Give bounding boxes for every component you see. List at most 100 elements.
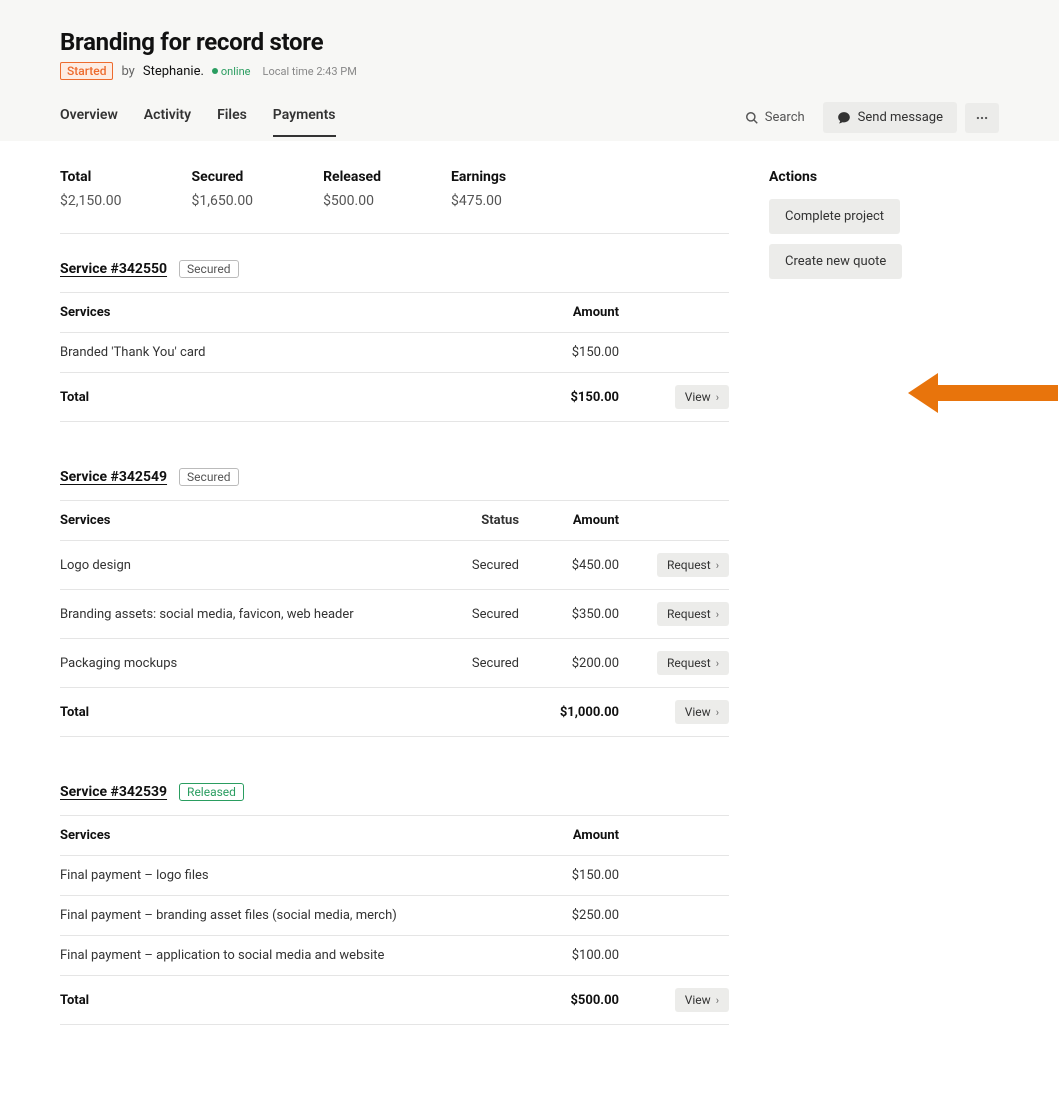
actions-title: Actions <box>769 169 999 185</box>
service-header: Service #342549 Secured <box>60 468 729 486</box>
request-button[interactable]: Request › <box>657 553 729 577</box>
row-amount: $250.00 <box>519 908 619 923</box>
chevron-right-icon: › <box>716 657 719 670</box>
send-message-button[interactable]: Send message <box>823 102 957 133</box>
service-title-link[interactable]: Service #342549 <box>60 469 167 485</box>
row-amount: $100.00 <box>519 948 619 963</box>
summary-earnings-label: Earnings <box>451 169 506 185</box>
row-status: Secured <box>409 558 519 573</box>
col-amount: Amount <box>519 305 619 320</box>
col-status: Status <box>409 513 519 528</box>
row-action: Request › <box>619 651 729 675</box>
total-amount: $500.00 <box>519 993 619 1008</box>
row-amount: $150.00 <box>519 345 619 360</box>
service-header: Service #342550 Secured <box>60 260 729 278</box>
request-button[interactable]: Request › <box>657 602 729 626</box>
summary-earnings: Earnings $475.00 <box>451 169 506 209</box>
view-button[interactable]: View › <box>675 700 729 724</box>
table-total-row: Total $150.00 View › <box>60 372 729 422</box>
tab-overview[interactable]: Overview <box>60 107 118 137</box>
col-amount: Amount <box>519 513 619 528</box>
row-amount: $350.00 <box>519 607 619 622</box>
header-actions: Search Send message <box>735 102 999 141</box>
table-total-row: Total $1,000.00 View › <box>60 687 729 737</box>
total-amount: $150.00 <box>519 390 619 405</box>
summary-total-value: $2,150.00 <box>60 193 122 209</box>
chevron-right-icon: › <box>716 706 719 719</box>
chat-icon <box>837 111 851 125</box>
summary-released-label: Released <box>323 169 381 185</box>
total-action: View › <box>619 385 729 409</box>
request-label: Request <box>667 558 711 572</box>
total-action: View › <box>619 988 729 1012</box>
service-table: Services Amount Branded 'Thank You' card… <box>60 292 729 422</box>
service-status-pill: Secured <box>179 260 238 278</box>
author-name[interactable]: Stephanie. <box>143 64 204 79</box>
local-time: Local time 2:43 PM <box>263 65 357 78</box>
online-label: online <box>221 65 251 78</box>
tabs-row: Overview Activity Files Payments Search … <box>60 102 999 141</box>
ellipsis-icon <box>975 111 989 125</box>
service-title-link[interactable]: Service #342539 <box>60 784 167 800</box>
status-badge: Started <box>60 62 113 80</box>
service-status-pill: Secured <box>179 468 238 486</box>
table-row: Final payment – application to social me… <box>60 935 729 975</box>
row-name: Branding assets: social media, favicon, … <box>60 607 409 622</box>
total-label: Total <box>60 705 409 720</box>
col-services: Services <box>60 828 519 843</box>
row-name: Final payment – logo files <box>60 868 519 883</box>
online-dot-icon <box>212 68 218 74</box>
more-actions-button[interactable] <box>965 103 999 133</box>
service-status-pill: Released <box>179 783 244 801</box>
request-button[interactable]: Request › <box>657 651 729 675</box>
view-button[interactable]: View › <box>675 385 729 409</box>
row-status: Secured <box>409 656 519 671</box>
chevron-right-icon: › <box>716 559 719 572</box>
table-head: Services Status Amount <box>60 500 729 540</box>
table-head: Services Amount <box>60 815 729 855</box>
service-table: Services Amount Final payment – logo fil… <box>60 815 729 1025</box>
service-block-1: Service #342550 Secured Services Amount … <box>60 260 729 422</box>
col-services: Services <box>60 305 519 320</box>
table-row: Final payment – branding asset files (so… <box>60 895 729 935</box>
tab-files[interactable]: Files <box>217 107 247 137</box>
complete-project-button[interactable]: Complete project <box>769 199 900 234</box>
search-label: Search <box>765 110 805 125</box>
row-name: Logo design <box>60 558 409 573</box>
online-status: online <box>212 65 251 78</box>
view-label: View <box>685 390 711 404</box>
row-action: Request › <box>619 553 729 577</box>
row-name: Final payment – application to social me… <box>60 948 519 963</box>
service-block-2: Service #342549 Secured Services Status … <box>60 468 729 737</box>
row-status: Secured <box>409 607 519 622</box>
summary-released-value: $500.00 <box>323 193 381 209</box>
row-amount: $150.00 <box>519 868 619 883</box>
by-label: by <box>121 64 134 79</box>
col-amount: Amount <box>519 828 619 843</box>
total-action: View › <box>619 700 729 724</box>
summary-total-label: Total <box>60 169 122 185</box>
total-label: Total <box>60 390 519 405</box>
tab-payments[interactable]: Payments <box>273 107 336 137</box>
summary-row: Total $2,150.00 Secured $1,650.00 Releas… <box>60 169 729 234</box>
chevron-right-icon: › <box>716 608 719 621</box>
table-head: Services Amount <box>60 292 729 332</box>
table-row: Branded 'Thank You' card $150.00 <box>60 332 729 372</box>
body: Total $2,150.00 Secured $1,650.00 Releas… <box>0 141 1059 1099</box>
total-label: Total <box>60 993 519 1008</box>
search-icon <box>745 111 759 125</box>
service-table: Services Status Amount Logo design Secur… <box>60 500 729 737</box>
summary-earnings-value: $475.00 <box>451 193 506 209</box>
page-header: Branding for record store Started by Ste… <box>0 0 1059 141</box>
create-new-quote-button[interactable]: Create new quote <box>769 244 902 279</box>
service-header: Service #342539 Released <box>60 783 729 801</box>
view-button[interactable]: View › <box>675 988 729 1012</box>
tab-activity[interactable]: Activity <box>144 107 191 137</box>
search-button[interactable]: Search <box>735 104 815 131</box>
summary-released: Released $500.00 <box>323 169 381 209</box>
summary-secured: Secured $1,650.00 <box>192 169 254 209</box>
main-column: Total $2,150.00 Secured $1,650.00 Releas… <box>60 169 729 1071</box>
request-label: Request <box>667 656 711 670</box>
service-title-link[interactable]: Service #342550 <box>60 261 167 277</box>
summary-total: Total $2,150.00 <box>60 169 122 209</box>
